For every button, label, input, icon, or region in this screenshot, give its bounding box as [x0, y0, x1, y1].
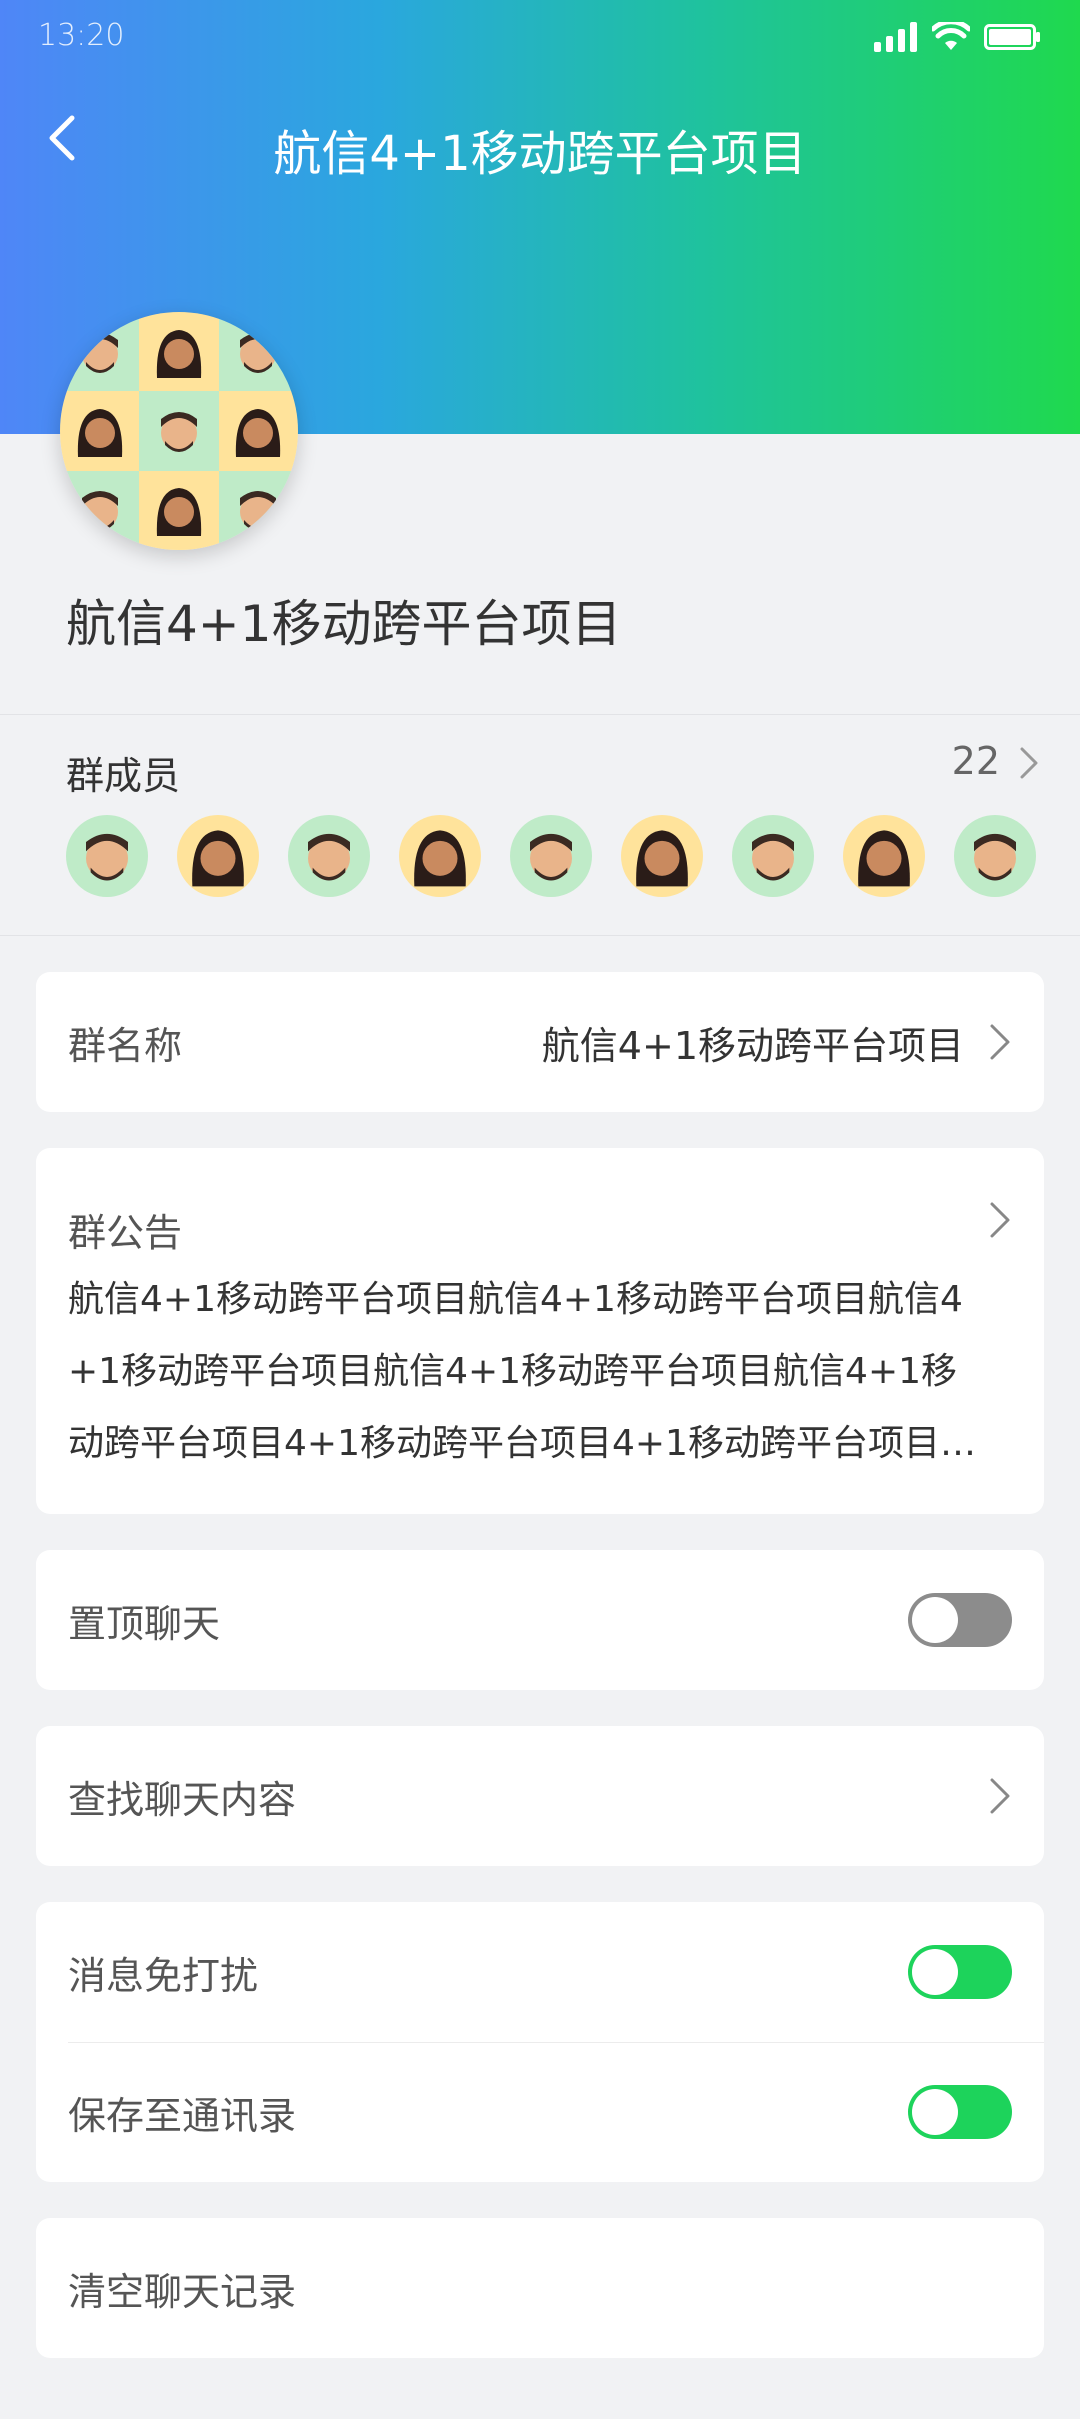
- avatar-face-icon: [60, 391, 140, 471]
- member-avatar[interactable]: [954, 815, 1036, 897]
- member-avatar[interactable]: [66, 815, 148, 897]
- battery-icon: [984, 24, 1040, 50]
- group-name-heading: 航信4+1移动跨平台项目: [66, 595, 622, 653]
- pin-chat-label: 置顶聊天: [68, 1601, 221, 1646]
- group-notice-card[interactable]: 群公告 航信4+1移动跨平台项目航信4+1移动跨平台项目航信4+1移动跨平台项目…: [36, 1148, 1044, 1514]
- member-avatar[interactable]: [177, 815, 259, 897]
- mute-label: 消息免打扰: [68, 1953, 259, 1998]
- group-name-row[interactable]: 群名称 航信4+1移动跨平台项目: [36, 972, 1044, 1112]
- signal-icon: [874, 22, 917, 52]
- save-contacts-label: 保存至通讯录: [68, 2093, 297, 2138]
- pin-chat-toggle[interactable]: [908, 1593, 1012, 1647]
- status-time: 13:20: [38, 18, 125, 53]
- member-avatar[interactable]: [732, 815, 814, 897]
- notification-settings-card: 消息免打扰 保存至通讯录: [36, 1902, 1044, 2182]
- search-chat-row[interactable]: 查找聊天内容: [36, 1726, 1044, 1866]
- status-icons: [874, 22, 1042, 52]
- pin-chat-row: 置顶聊天: [36, 1550, 1044, 1690]
- group-members-section[interactable]: 群成员 22: [0, 714, 1080, 936]
- avatar-face-icon: [139, 391, 219, 471]
- chevron-right-icon: [990, 1202, 1010, 1238]
- members-avatar-list: [66, 815, 1036, 897]
- group-name-label: 群名称: [68, 1023, 183, 1068]
- member-avatar[interactable]: [288, 815, 370, 897]
- member-avatar[interactable]: [399, 815, 481, 897]
- member-avatar[interactable]: [621, 815, 703, 897]
- group-avatar: [60, 312, 298, 550]
- members-label: 群成员: [66, 754, 181, 798]
- chevron-right-icon[interactable]: [1018, 745, 1040, 781]
- avatar-face-icon: [218, 391, 298, 471]
- avatar-face-icon: [218, 470, 298, 550]
- avatar-face-icon: [60, 470, 140, 550]
- page-title: 航信4+1移动跨平台项目: [273, 126, 807, 182]
- clear-history-row[interactable]: 清空聊天记录: [36, 2218, 1044, 2358]
- group-name-value: 航信4+1移动跨平台项目: [541, 1023, 964, 1068]
- group-notice-label: 群公告: [68, 1211, 183, 1255]
- wifi-icon: [932, 22, 970, 50]
- group-notice-text: 航信4+1移动跨平台项目航信4+1移动跨平台项目航信4+1移动跨平台项目航信4+…: [68, 1279, 963, 1464]
- members-count: 22: [951, 739, 1000, 783]
- clear-history-label: 清空聊天记录: [68, 2269, 297, 2314]
- avatar-face-icon: [139, 312, 219, 392]
- avatar-face-icon: [139, 470, 219, 550]
- member-avatar[interactable]: [843, 815, 925, 897]
- chevron-right-icon: [990, 1024, 1010, 1060]
- save-contacts-toggle[interactable]: [908, 2085, 1012, 2139]
- chevron-right-icon: [990, 1778, 1010, 1814]
- member-avatar[interactable]: [510, 815, 592, 897]
- search-chat-label: 查找聊天内容: [68, 1777, 297, 1822]
- mute-toggle[interactable]: [908, 1945, 1012, 1999]
